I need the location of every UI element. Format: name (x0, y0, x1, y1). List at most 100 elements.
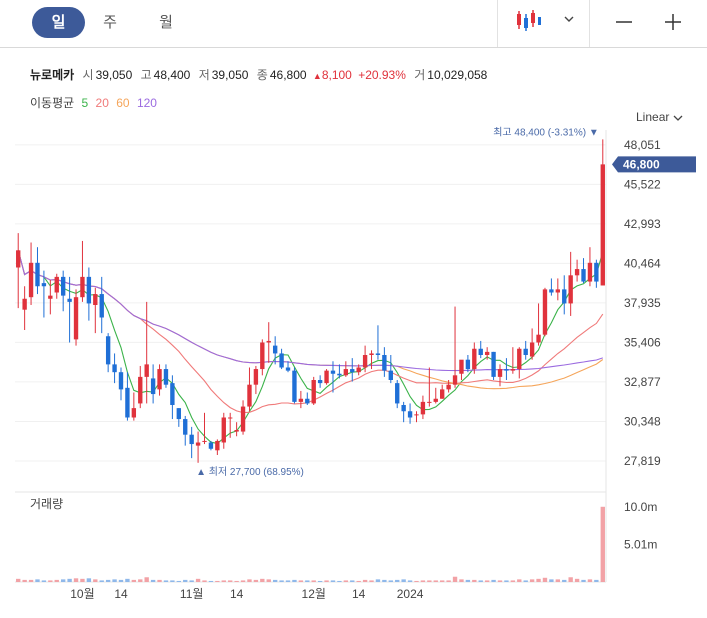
candle-body (202, 440, 207, 442)
low-marker-label: ▲ 최저 27,700 (68.95%) (196, 466, 304, 478)
candle-body (157, 369, 162, 390)
candle-body (382, 355, 387, 371)
candle-body (337, 373, 342, 376)
volume-bar (93, 579, 98, 582)
price-markers: 최고 48,400 (-3.31%) ▼ ▲ 최저 27,700 (68.95%) (196, 126, 599, 477)
candle-body (536, 334, 541, 343)
candle-body (510, 369, 516, 371)
price-axis: 48,051 45,522 42,993 40,464 37,935 35,406 32,8… (612, 138, 696, 468)
volume-bar (549, 579, 554, 582)
candle-body (118, 372, 124, 390)
time-tick-label: 12월 (302, 587, 326, 601)
volume-bar (446, 580, 451, 582)
volume-bar (407, 580, 413, 582)
candle-body (131, 408, 137, 418)
volume-bar (369, 580, 374, 582)
time-tick-label: 14 (230, 587, 244, 601)
price-tick-label: 30,348 (624, 414, 661, 428)
ma-line-20 (17, 250, 604, 414)
candle-body (215, 440, 220, 451)
price-tick-label: 32,877 (624, 375, 661, 389)
volume-bar (587, 579, 593, 582)
time-tick-label: 14 (352, 587, 366, 601)
volume-tick-label: 10.0m (624, 500, 657, 514)
candle-body (228, 417, 233, 419)
volume-bar (305, 580, 310, 582)
volume-panel-label: 거래량 (30, 497, 63, 511)
volume-bar (317, 580, 323, 582)
ma-line-60 (17, 250, 604, 390)
candle-body (388, 370, 393, 380)
candle-body (112, 364, 117, 373)
candle-body (594, 262, 599, 282)
volume-bar (472, 579, 477, 582)
volume-bar (234, 580, 239, 582)
volume-bar (356, 580, 361, 582)
candle-body (568, 275, 573, 304)
candle-body (395, 383, 400, 404)
volume-bar (484, 580, 490, 582)
volume-bar (504, 580, 509, 582)
volume-bar (330, 580, 336, 582)
volume-bar (440, 580, 445, 582)
candle-body (99, 294, 104, 318)
candle-body (497, 369, 503, 377)
candle-body (369, 353, 374, 355)
candle-body (478, 348, 483, 355)
candle-body (414, 414, 419, 416)
candle-body (555, 289, 561, 293)
volume-bar (60, 579, 66, 582)
candle-body (208, 442, 214, 449)
volume-bar (401, 579, 406, 582)
candle-body (35, 262, 40, 287)
candle-body (67, 298, 72, 302)
price-chart[interactable]: 48,051 45,522 42,993 40,464 37,935 35,406 32,8… (0, 0, 707, 618)
candle-body (22, 298, 27, 310)
volume-bar (163, 580, 169, 582)
volume-bar (581, 579, 586, 582)
candle-body (105, 336, 111, 365)
moving-average-lines (17, 250, 604, 444)
price-tick-label: 37,935 (624, 296, 661, 310)
volume-bar (388, 580, 393, 582)
candle-body (529, 342, 535, 357)
candle-body (459, 359, 464, 374)
candle-body (144, 364, 149, 377)
candle-body (311, 380, 316, 404)
candle-body (93, 294, 98, 305)
candle-body (600, 164, 605, 286)
volume-bar (536, 578, 541, 582)
price-tick-label: 42,993 (624, 217, 661, 231)
volume-bar (35, 579, 40, 582)
volume-bar (195, 578, 201, 582)
volume-bar (170, 580, 175, 582)
volume-bar (324, 580, 329, 582)
candle-body (260, 342, 265, 370)
candle-body (170, 383, 175, 405)
candle-body (317, 380, 323, 384)
volume-bar (118, 579, 124, 582)
candle-body (504, 369, 509, 371)
volume-bar (362, 579, 368, 582)
volume-bar (131, 579, 137, 582)
candle-body (440, 389, 445, 399)
candle-body (221, 417, 226, 443)
candle-body (446, 384, 451, 390)
volume-bar (343, 580, 349, 582)
volume-bar (253, 579, 259, 582)
candle-body (343, 369, 349, 376)
candle-body (427, 401, 432, 403)
candle-body (279, 353, 284, 368)
candle-body (587, 262, 593, 282)
candle-body (433, 398, 438, 402)
volume-bar (529, 579, 535, 582)
candles (16, 139, 605, 463)
candle-body (350, 369, 355, 373)
candle-body (491, 351, 496, 377)
volume-bar (395, 579, 400, 582)
candle-body (41, 283, 47, 287)
ma-line-120 (17, 250, 603, 372)
candle-body (183, 419, 188, 435)
volume-bar (497, 580, 503, 582)
candle-body (542, 289, 548, 335)
